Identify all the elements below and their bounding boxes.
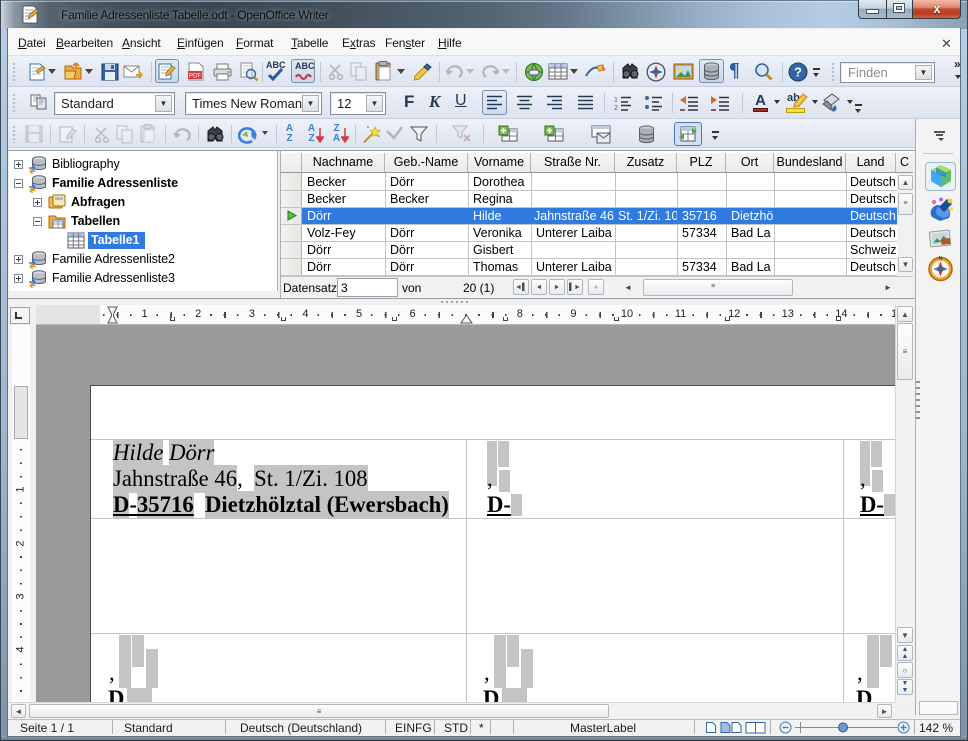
svg-text:PDF: PDF [189,74,201,80]
svg-text:1: 1 [614,97,618,104]
svg-text:?: ? [794,65,802,80]
svg-text:2: 2 [614,105,618,111]
svg-text:N: N [939,256,943,262]
